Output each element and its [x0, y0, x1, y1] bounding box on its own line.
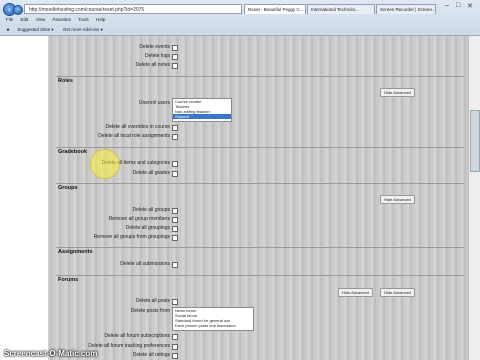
delete-groupings-checkbox[interactable]	[172, 226, 178, 232]
remove-members-label: Remove all group members	[108, 216, 170, 222]
fav-suggested-sites[interactable]: Suggested Sites ▾	[17, 27, 53, 32]
delete-groupings-label: Delete all groupings	[125, 225, 170, 231]
minimize-icon[interactable]: –	[445, 2, 449, 9]
forums-heading: Forums	[58, 277, 79, 283]
forums-divider	[56, 275, 464, 276]
roles-heading: Roles	[58, 78, 73, 84]
delete-groups-checkbox[interactable]	[172, 208, 178, 214]
gradebook-heading: Gradebook	[58, 149, 88, 155]
tab-international[interactable]: International Technolo...	[307, 4, 375, 14]
delete-ratings-checkbox[interactable]	[172, 353, 178, 359]
delete-posts-from-label: Delete posts from	[130, 308, 170, 314]
delete-submissions-label: Delete all submissions	[120, 261, 170, 267]
delete-subscriptions-checkbox[interactable]	[172, 334, 178, 340]
menu-help[interactable]: Help	[96, 17, 105, 22]
delete-items-checkbox[interactable]	[172, 161, 178, 167]
forums-hide-advanced-button-1[interactable]: Hide Advanced	[338, 288, 373, 297]
menu-tools[interactable]: Tools	[78, 17, 89, 22]
forum-option[interactable]: Each person posts one discussion	[173, 323, 253, 328]
assignments-divider	[56, 247, 464, 248]
delete-groups-label: Delete all groups	[132, 207, 170, 213]
delete-logs-checkbox[interactable]	[172, 54, 178, 60]
forum-types-listbox[interactable]: News forum Social forum Standard forum f…	[172, 307, 254, 331]
forward-icon[interactable]: ›	[13, 5, 23, 15]
groups-divider	[56, 183, 464, 184]
delete-local-roles-checkbox[interactable]	[172, 134, 178, 140]
delete-events-checkbox[interactable]	[172, 45, 178, 51]
delete-overrides-checkbox[interactable]	[172, 125, 178, 131]
address-bar[interactable]: http://moodlehosting.com/course/reset.ph…	[24, 4, 242, 14]
delete-grades-label: Delete all grades	[132, 170, 170, 176]
favorites-star-icon[interactable]: ★	[6, 27, 10, 32]
tab-screen-recorder[interactable]: Screen Recorder | Screen...	[376, 4, 436, 14]
delete-submissions-checkbox[interactable]	[172, 262, 178, 268]
delete-all-posts-checkbox[interactable]	[172, 299, 178, 305]
remove-from-groupings-checkbox[interactable]	[172, 235, 178, 241]
tab-reset[interactable]: Reset - Beautiful Peggy C...	[244, 4, 306, 14]
delete-all-posts-label: Delete all posts	[135, 298, 170, 304]
favorites-bar: ★ Suggested Sites ▾ Get more Add-ons ▾	[0, 25, 480, 35]
remove-from-groupings-label: Remove all groups from groupings	[93, 234, 170, 240]
cursor-highlight	[90, 149, 120, 179]
delete-subscriptions-label: Delete all forum subscriptions	[104, 333, 170, 339]
delete-events-label: Delete events	[139, 44, 170, 50]
menu-edit[interactable]: Edit	[21, 17, 29, 22]
menu-file[interactable]: File	[6, 17, 13, 22]
roles-divider	[56, 76, 464, 77]
role-option-selected[interactable]: Student	[173, 114, 231, 119]
delete-items-label: Delete all items and categories	[101, 160, 170, 166]
close-icon[interactable]: ✕	[467, 2, 473, 10]
scrollbar[interactable]	[468, 36, 480, 360]
watermark: Screencast-O-Matic.com	[4, 349, 98, 358]
unenrol-roles-listbox[interactable]: Course creator Teacher Non-editing teach…	[172, 98, 232, 122]
gradebook-divider	[56, 147, 464, 148]
delete-grades-checkbox[interactable]	[172, 171, 178, 177]
delete-tracking-checkbox[interactable]	[172, 344, 178, 350]
assignments-heading: Assignments	[58, 249, 93, 255]
menu-view[interactable]: View	[36, 17, 46, 22]
forums-hide-advanced-button-2[interactable]: Hide Advanced	[380, 288, 415, 297]
groups-heading: Groups	[58, 185, 78, 191]
delete-notes-checkbox[interactable]	[172, 63, 178, 69]
maximize-icon[interactable]: □	[456, 2, 460, 9]
unenrol-users-label: Unenrol users	[138, 100, 170, 106]
delete-overrides-label: Delete all overrides in course	[105, 124, 170, 130]
menu-favorites[interactable]: Favorites	[53, 17, 72, 22]
delete-logs-label: Delete logs	[144, 53, 170, 59]
menu-bar: File Edit View Favorites Tools Help	[0, 16, 480, 24]
remove-members-checkbox[interactable]	[172, 217, 178, 223]
delete-notes-label: Delete all notes	[135, 62, 170, 68]
fav-get-addons[interactable]: Get more Add-ons ▾	[63, 27, 103, 32]
delete-local-roles-label: Delete all local role assignments	[98, 133, 170, 139]
scrollbar-thumb[interactable]	[470, 110, 480, 172]
roles-hide-advanced-button[interactable]: Hide Advanced	[380, 88, 415, 97]
groups-hide-advanced-button[interactable]: Hide Advanced	[380, 195, 415, 204]
